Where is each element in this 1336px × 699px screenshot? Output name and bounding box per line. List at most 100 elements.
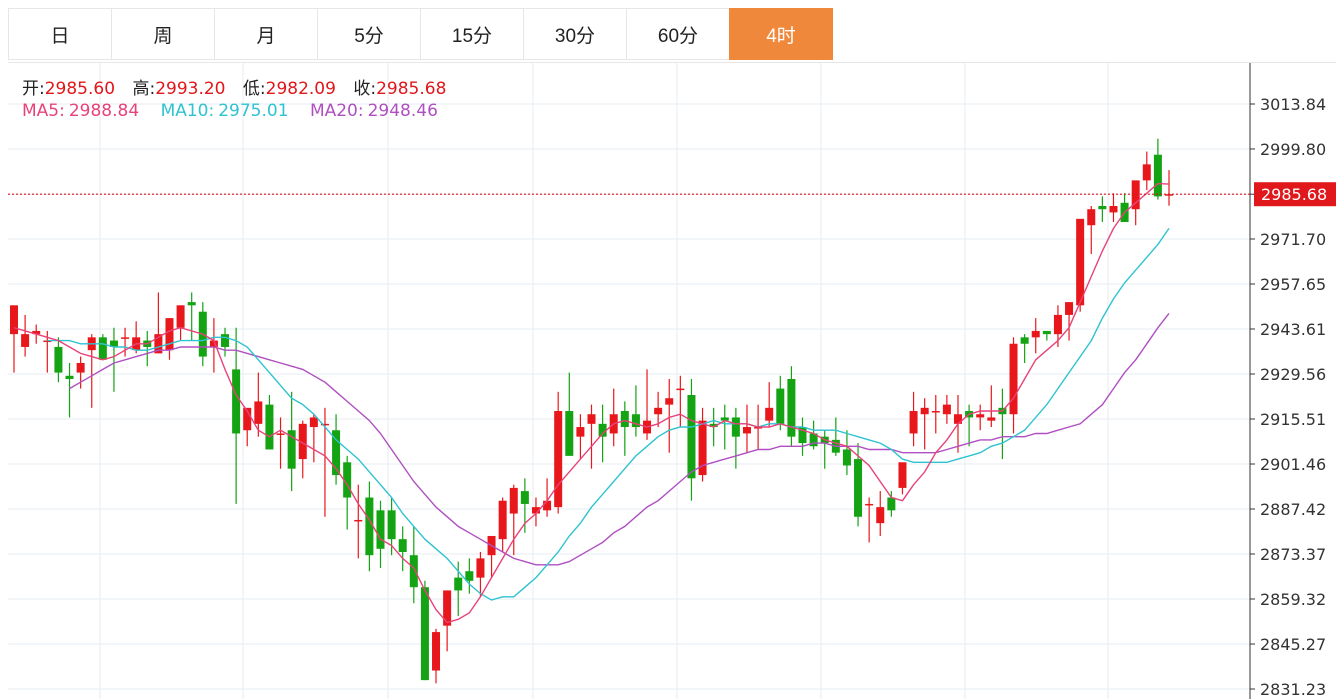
candle-body [98, 337, 107, 360]
candle-body [776, 388, 785, 424]
y-tick-label: 3013.84 [1260, 95, 1326, 114]
candle-body [565, 411, 574, 456]
candle-body [576, 427, 585, 437]
candle-body [865, 503, 874, 506]
candle-body [376, 510, 385, 549]
candle-body [620, 411, 629, 428]
ma5-line [13, 182, 1170, 624]
y-tick-label: 2999.80 [1260, 140, 1326, 159]
y-tick-label: 2873.37 [1260, 545, 1326, 564]
candle-body [742, 427, 751, 434]
candle-body [409, 555, 418, 588]
candle-body [1153, 154, 1162, 197]
candle-body [76, 362, 85, 373]
candle-body [1087, 209, 1096, 226]
candle-body [465, 571, 474, 581]
candle-body [21, 334, 30, 347]
y-tick-label: 2859.32 [1260, 590, 1326, 609]
candle-body [854, 459, 863, 517]
y-tick-label: 2901.46 [1260, 455, 1326, 474]
y-tick-label: 2943.61 [1260, 320, 1326, 339]
candle-body [187, 302, 196, 306]
candle-body [420, 587, 429, 681]
candle-body [554, 411, 563, 508]
y-tick-label: 2929.56 [1260, 365, 1326, 384]
candle-body [1109, 206, 1118, 213]
candle-body [254, 401, 263, 424]
candle-body [543, 500, 552, 511]
y-tick-label: 2845.27 [1260, 635, 1326, 654]
candle-body [976, 414, 985, 418]
candle-body [1009, 343, 1018, 415]
candle-body [498, 500, 507, 540]
ma5-value: 2988.84 [68, 101, 140, 121]
close-label: 收: [353, 79, 377, 99]
y-tick-label: 2957.65 [1260, 275, 1326, 294]
last-price-label: 2985.68 [1261, 185, 1327, 204]
ma20-label: MA20: [309, 101, 364, 121]
candle-body [665, 398, 674, 405]
candle-body [443, 590, 452, 626]
candle-body [920, 407, 929, 415]
candle-body [65, 375, 74, 379]
ma-readout: MA5: 2988.84 MA10: 2975.01 MA20: 2948.46 [22, 101, 442, 121]
ma10-label: MA10: [160, 101, 215, 121]
candle-body [1142, 164, 1151, 181]
candle-body [54, 346, 63, 373]
close-value: 2985.68 [376, 79, 447, 99]
low-value: 2982.09 [265, 79, 336, 99]
candle-body [1042, 330, 1051, 335]
candle-body [842, 449, 851, 466]
candle-body [454, 577, 463, 591]
candle-body [509, 487, 518, 514]
candle-body [1031, 330, 1040, 338]
ma20-value: 2948.46 [367, 101, 438, 121]
candle-body [1065, 302, 1074, 315]
low-label: 低: [242, 79, 266, 99]
candle-body [654, 407, 663, 415]
candle-body [354, 519, 363, 522]
y-tick-label: 2915.51 [1260, 410, 1326, 429]
candle-body [909, 411, 918, 434]
y-tick-label: 2971.70 [1260, 230, 1326, 249]
ma20-line [69, 312, 1170, 566]
candle-body [987, 417, 996, 421]
candle-body [687, 395, 696, 479]
y-tick-label: 2831.23 [1260, 680, 1326, 699]
candle-body [432, 632, 441, 671]
candle-body [876, 507, 885, 524]
high-value: 2993.20 [155, 79, 226, 99]
ohlc-readout: 开:2985.60 高:2993.20 低:2982.09 收:2985.68 [22, 74, 458, 99]
candle-body [476, 558, 485, 578]
candle-body [1098, 206, 1107, 210]
candle-body [765, 407, 774, 421]
candle-body [398, 539, 407, 552]
candle-body [676, 388, 685, 391]
candle-body [1053, 314, 1062, 335]
candle-body [165, 318, 174, 351]
y-tick-label: 2887.42 [1260, 500, 1326, 519]
ma10-value: 2975.01 [218, 101, 289, 121]
candle-body [276, 433, 285, 435]
candle-body [942, 404, 951, 415]
candle-body [10, 305, 18, 335]
candle-body [731, 417, 740, 437]
candle-body [221, 334, 230, 347]
ma5-label: MA5: [22, 101, 65, 121]
candle-body [309, 417, 318, 428]
open-label: 开: [22, 79, 45, 99]
candle-body [176, 305, 185, 328]
candle-body [898, 462, 907, 488]
candle-body [887, 497, 896, 511]
candle-body [1020, 337, 1029, 344]
candle-body [520, 491, 529, 504]
candle-body [387, 510, 396, 540]
candle-body [1076, 218, 1085, 306]
candle-body [953, 414, 962, 424]
high-label: 高: [132, 79, 156, 99]
candle-body [265, 404, 274, 450]
candle-body [365, 497, 374, 556]
candle-body [587, 414, 596, 424]
candle-body [931, 411, 940, 413]
candle-body [121, 337, 130, 339]
